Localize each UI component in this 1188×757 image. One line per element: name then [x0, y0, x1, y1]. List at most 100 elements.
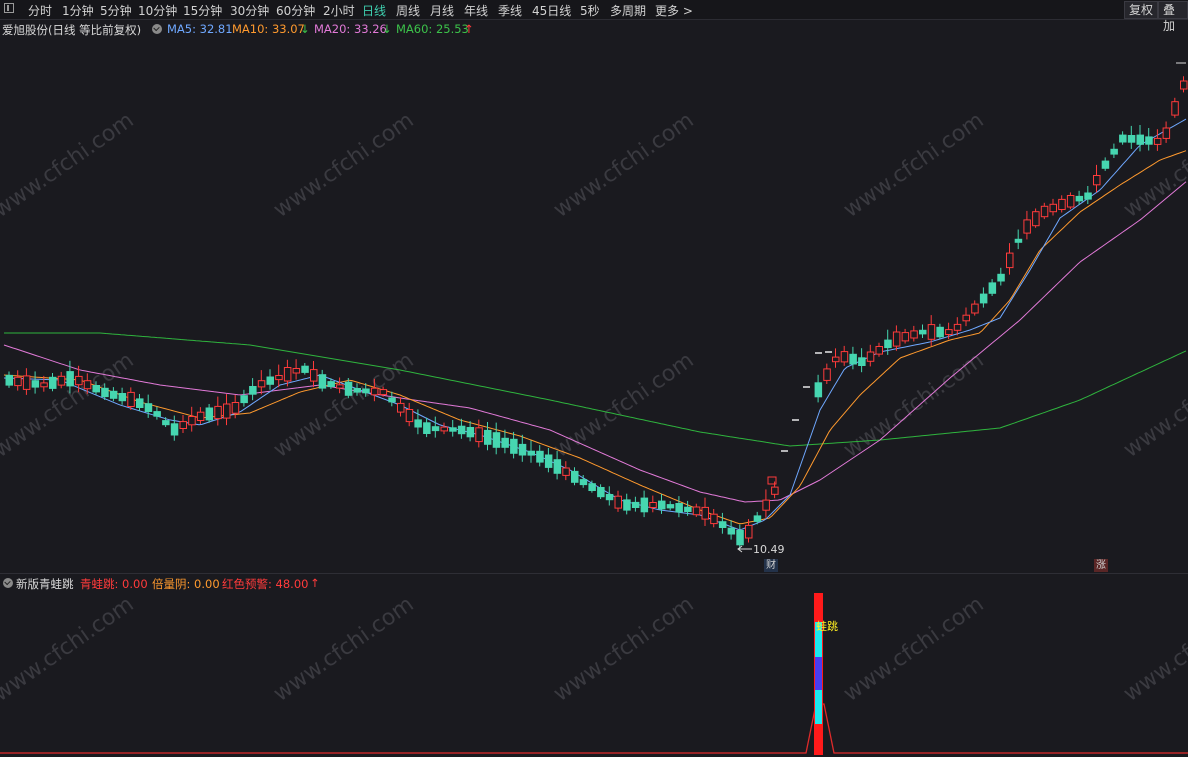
candle — [597, 484, 605, 499]
settings-toggle-icon[interactable] — [152, 24, 162, 34]
candle — [666, 501, 675, 511]
tab-weekly[interactable]: 周线 — [396, 2, 420, 19]
indicator-chart[interactable]: www.cfchi.com www.cfchi.com www.cfchi.com w… — [0, 592, 1188, 757]
candle — [875, 342, 883, 357]
tab-quarterly[interactable]: 季线 — [498, 2, 522, 19]
watermark-text: www.cfchi.com — [0, 348, 139, 463]
period-toolbar: 分时 1分钟 5分钟 10分钟 15分钟 30分钟 60分钟 2小时 日线 周线… — [0, 0, 1188, 33]
ma10-line — [3, 150, 1187, 525]
candle — [22, 368, 31, 395]
tab-multi-period[interactable]: 多周期 — [610, 2, 646, 19]
candle — [631, 496, 640, 512]
candle — [510, 431, 518, 459]
zhang-badge[interactable]: 涨 — [1094, 559, 1108, 572]
more-menu[interactable]: 更多 > — [655, 2, 693, 19]
main-info-row: 爱旭股份(日线 等比前复权) MA5: 32.81 MA10: 33.07 ↓ … — [0, 22, 1188, 37]
candle — [188, 406, 196, 432]
candle — [205, 404, 214, 423]
hsyj-label: 红色预警: 48.00 — [222, 577, 309, 591]
candle — [388, 391, 396, 407]
qwt-label: 青蛙跳: 0.00 — [80, 577, 148, 591]
watermark-layer-sub: www.cfchi.com www.cfchi.com www.cfchi.com w… — [0, 592, 1188, 707]
candle — [866, 344, 875, 367]
tab-fenshi[interactable]: 分时 — [28, 2, 52, 19]
warning-line — [0, 703, 1188, 754]
signal-text: 蛙跳 — [816, 619, 838, 633]
watermark-text: www.cfchi.com — [549, 108, 698, 223]
candle — [814, 374, 823, 403]
candle — [1162, 121, 1171, 143]
ma60-arrow: ↑ — [464, 22, 474, 36]
watermark-text: www.cfchi.com — [1119, 108, 1188, 223]
tab-45day[interactable]: 45日线 — [532, 2, 571, 19]
stock-title: 爱旭股份(日线 等比前复权) — [2, 23, 142, 37]
candle — [544, 448, 553, 473]
indicator-info-row: 新版青蛙跳 青蛙跳: 0.00 倍量阴: 0.00 红色预警: 48.00 ↑ — [0, 576, 1188, 591]
candle — [405, 402, 414, 427]
candle — [858, 348, 866, 373]
candle — [196, 407, 205, 424]
candle — [762, 489, 770, 518]
candle — [727, 520, 736, 540]
low-price-marker: 10.49 — [737, 543, 785, 556]
candle — [449, 420, 457, 437]
candles-layer — [5, 76, 1188, 549]
candle — [1040, 202, 1049, 220]
candle — [240, 389, 248, 407]
candle — [266, 369, 274, 390]
tab-yearly[interactable]: 年线 — [464, 2, 488, 19]
candle — [1066, 192, 1075, 210]
fuquan-button[interactable]: 复权 — [1124, 1, 1159, 19]
tab-5min[interactable]: 5分钟 — [100, 2, 132, 19]
candle — [1084, 186, 1092, 204]
candle — [14, 370, 22, 391]
watermark-text: www.cfchi.com — [549, 348, 698, 463]
tab-60min[interactable]: 60分钟 — [276, 2, 315, 19]
candle — [1093, 164, 1101, 193]
tab-30min[interactable]: 30分钟 — [230, 2, 269, 19]
watermark-text: www.cfchi.com — [269, 108, 418, 223]
watermark-text: www.cfchi.com — [549, 592, 698, 707]
panel-toggle-icon[interactable] — [4, 3, 14, 13]
candle — [492, 422, 501, 455]
tab-15min[interactable]: 15分钟 — [183, 2, 222, 19]
cai-badge[interactable]: 财 — [764, 559, 778, 572]
candle — [179, 415, 187, 433]
candle — [1058, 195, 1066, 213]
candle — [5, 371, 13, 388]
indicator-toggle-icon[interactable] — [3, 578, 13, 588]
candle — [1006, 243, 1014, 275]
candle — [423, 417, 431, 438]
candle — [1145, 128, 1153, 151]
candle — [457, 418, 466, 439]
overlay-button[interactable]: 叠加 — [1158, 1, 1188, 33]
candle — [1049, 198, 1057, 216]
candle — [910, 325, 918, 342]
candle — [675, 496, 683, 518]
tab-10min[interactable]: 10分钟 — [138, 2, 177, 19]
candle — [892, 325, 901, 351]
watermark-text: www.cfchi.com — [0, 108, 139, 223]
tab-5sec[interactable]: 5秒 — [580, 2, 600, 19]
ma20-label: MA20: 33.26 — [314, 22, 387, 36]
panel-divider — [0, 573, 1188, 574]
candle — [136, 394, 144, 411]
watermark-text: www.cfchi.com — [0, 592, 139, 707]
candle — [57, 371, 66, 389]
candle — [466, 421, 475, 442]
candle — [840, 345, 849, 366]
candle — [249, 378, 257, 401]
tab-1min[interactable]: 1分钟 — [62, 2, 94, 19]
candle — [257, 370, 266, 395]
bly-label: 倍量阴: 0.00 — [152, 577, 220, 591]
tab-2hour[interactable]: 2小时 — [323, 2, 355, 19]
tab-monthly[interactable]: 月线 — [430, 2, 454, 19]
ma5-label: MA5: 32.81 — [167, 22, 233, 36]
candle — [605, 486, 614, 506]
candle — [1171, 97, 1179, 118]
ma10-label: MA10: 33.07 — [232, 22, 305, 36]
tab-daily[interactable]: 日线 — [362, 2, 386, 19]
candle — [623, 493, 631, 515]
candlestick-chart[interactable]: www.cfchi.com www.cfchi.com www.cfchi.com w… — [0, 38, 1188, 572]
candle — [562, 461, 570, 481]
